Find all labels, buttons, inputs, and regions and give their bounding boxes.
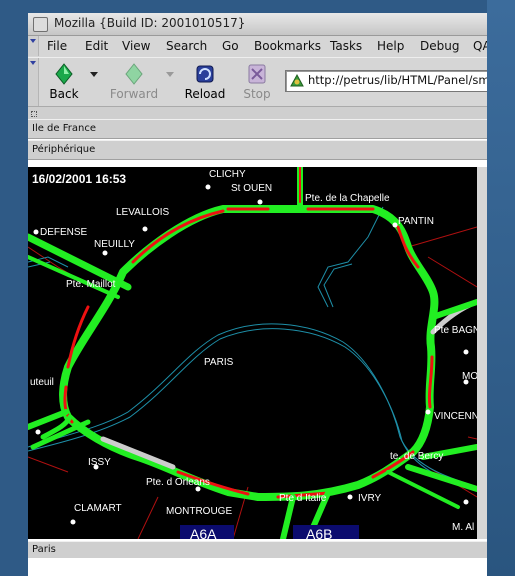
forward-button[interactable]: Forward	[108, 61, 160, 103]
url-field[interactable]: http://petrus/lib/HTML/Panel/smp/inde	[285, 70, 487, 92]
map-label-pte-maillot: Pte. Maillot	[66, 279, 116, 290]
traffic-map[interactable]: 16/02/2001 16:53 CLICHY St OUEN Pte. de …	[28, 167, 477, 539]
menu-debug[interactable]: Debug	[420, 39, 459, 53]
map-label-pte-orleans: Pte. d Orleans	[146, 477, 210, 488]
menu-file[interactable]: File	[47, 39, 67, 53]
map-label-pantin: PANTIN	[398, 216, 434, 227]
highway-sign-a6b: A6B	[306, 526, 332, 539]
url-text: http://petrus/lib/HTML/Panel/smp/inde	[308, 73, 487, 87]
menu-go[interactable]: Go	[222, 39, 239, 53]
map-label-defense: DEFENSE	[40, 227, 88, 238]
section-title: Périphérique	[32, 144, 96, 155]
title-bar[interactable]: Mozilla {Build ID: 2001010517}	[28, 13, 487, 36]
menu-tasks[interactable]: Tasks	[330, 39, 362, 53]
map-label-pte-chapelle: Pte. de la Chapelle	[305, 193, 390, 204]
map-label-levallois: LEVALLOIS	[116, 207, 170, 218]
map-right-margin	[477, 167, 487, 539]
section-header: Périphérique	[28, 140, 487, 160]
desktop-background	[487, 0, 515, 576]
menu-bar: File Edit View Search Go Bookmarks Tasks…	[28, 36, 487, 56]
forward-label: Forward	[109, 87, 159, 101]
grip-dots-icon	[31, 111, 37, 117]
map-label-clamart: CLAMART	[74, 503, 122, 514]
traffic-map-graphic: 16/02/2001 16:53 CLICHY St OUEN Pte. de …	[28, 167, 477, 539]
highway-sign-a6a: A6A	[190, 526, 217, 539]
map-label-mo: MO	[462, 371, 477, 382]
map-label-issy: ISSY	[88, 457, 111, 468]
stop-icon	[248, 64, 266, 84]
navbar-grip[interactable]	[28, 58, 39, 106]
map-label-pte-bagn: Pte BAGN	[434, 325, 477, 336]
window-title: Mozilla {Build ID: 2001010517}	[54, 16, 246, 30]
menu-qa[interactable]: QA	[473, 39, 487, 53]
menu-view[interactable]: View	[122, 39, 150, 53]
back-label: Back	[49, 87, 79, 101]
page-content: Ile de France Périphérique 16/02/2001 16…	[28, 119, 487, 576]
forward-arrow-icon	[125, 63, 143, 85]
region-header: Ile de France	[28, 119, 487, 139]
map-label-vincenn: VINCENN	[434, 411, 477, 422]
region-title: Ile de France	[32, 123, 96, 134]
map-label-paris: PARIS	[204, 357, 234, 368]
menu-search[interactable]: Search	[166, 39, 207, 53]
menubar-grip[interactable]	[28, 36, 39, 56]
reload-button[interactable]: Reload	[180, 61, 230, 103]
stop-button[interactable]: Stop	[238, 61, 276, 103]
menu-help[interactable]: Help	[377, 39, 404, 53]
menu-edit[interactable]: Edit	[85, 39, 108, 53]
map-label-st-ouen: St OUEN	[231, 183, 272, 194]
map-label-pte-italie: Pte d Italie	[279, 493, 327, 504]
map-label-m-al: M. Al	[452, 522, 474, 533]
forward-dropdown-icon[interactable]	[166, 72, 174, 77]
navigation-toolbar: Back Forward Reload Stop http://petrus/l…	[28, 57, 487, 106]
reload-label: Reload	[184, 87, 226, 101]
menu-bookmarks[interactable]: Bookmarks	[254, 39, 321, 53]
map-label-auteuil: uteuil	[30, 377, 54, 388]
map-timestamp: 16/02/2001 16:53	[32, 172, 126, 186]
map-label-ivry: IVRY	[358, 493, 381, 504]
reload-icon	[196, 65, 214, 83]
footer-title: Paris	[32, 544, 56, 555]
map-label-clichy: CLICHY	[209, 169, 246, 180]
back-button[interactable]: Back	[42, 61, 86, 103]
map-label-neuilly: NEUILLY	[94, 239, 135, 250]
stop-label: Stop	[243, 87, 271, 101]
map-label-pte-bercy: te. de Bercy	[390, 451, 443, 462]
personal-toolbar-grip[interactable]	[28, 106, 487, 120]
footer-panel: Paris	[28, 541, 487, 558]
page-proxy-icon	[290, 73, 304, 87]
back-arrow-icon	[55, 63, 73, 85]
back-dropdown-icon[interactable]	[90, 72, 98, 77]
browser-window: Mozilla {Build ID: 2001010517} File Edit…	[28, 13, 487, 576]
window-menu-button[interactable]	[33, 17, 48, 32]
map-label-montrouge: MONTROUGE	[166, 506, 232, 517]
